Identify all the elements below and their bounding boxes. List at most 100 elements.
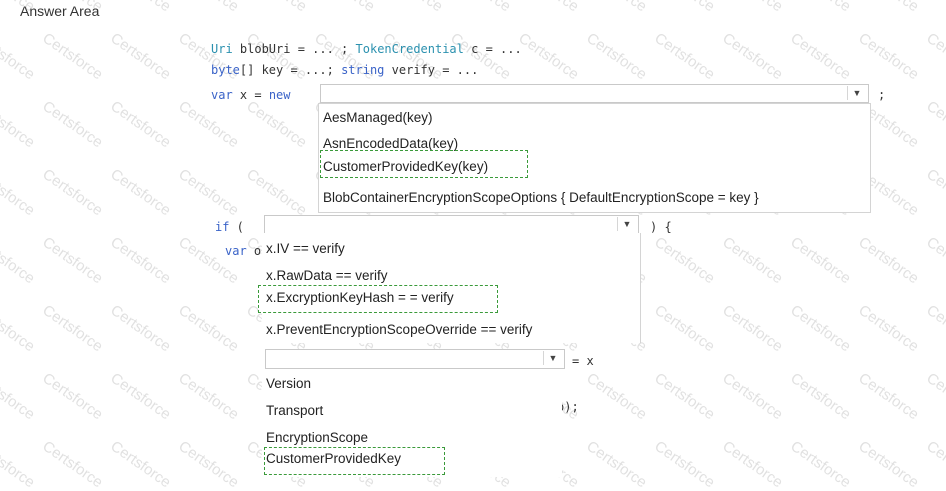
watermark-text: Certsforce [787, 301, 854, 356]
watermark-text: Certsforce [175, 437, 242, 491]
watermark-text: Certsforce [583, 0, 649, 15]
watermark-text: Certsforce [855, 369, 922, 424]
watermark-text: Certsforce [787, 437, 854, 491]
dropdown-1-option-asnencodeddata[interactable]: AsnEncodedData(key) [323, 136, 458, 151]
code-eq-x: = x [572, 354, 594, 368]
watermark-text: Certsforce [787, 29, 854, 84]
watermark-text: Certsforce [855, 301, 922, 356]
watermark-text: Certsforce [719, 437, 786, 491]
code-line-2: byte[] key = ...; string verify = ... [211, 63, 478, 77]
code-x-assign: x = [232, 88, 269, 102]
watermark-text: Certsforce [0, 233, 38, 288]
code-if-line: if ( [215, 220, 244, 234]
dropdown-1-option-blobcontainerencryptionscope[interactable]: BlobContainerEncryptionScopeOptions { De… [323, 190, 759, 205]
chevron-down-icon[interactable]: ▼ [543, 351, 562, 365]
watermark-text: Certsforce [719, 301, 786, 356]
watermark-text: Certsforce [719, 369, 786, 424]
watermark-text: Certsforce [39, 97, 106, 152]
code-key-decl: [] key = ...; [239, 63, 342, 77]
watermark-text: Certsforce [0, 97, 38, 152]
watermark-text: Certsforce [175, 369, 242, 424]
chevron-down-icon[interactable]: ▼ [847, 86, 866, 100]
watermark-text: Certsforce [923, 97, 946, 152]
watermark-text: Certsforce [39, 29, 106, 84]
watermark-text: Certsforce [923, 233, 946, 288]
watermark-text: Certsforce [719, 0, 785, 15]
watermark-text: Certsforce [651, 233, 718, 288]
watermark-text: Certsforce [719, 29, 786, 84]
watermark-text: Certsforce [175, 97, 242, 152]
watermark-text: Certsforce [107, 97, 174, 152]
code-tokencredential-type: TokenCredential [355, 42, 464, 56]
code-line-1: Uri blobUri = ... ; TokenCredential c = … [211, 42, 522, 56]
watermark-text: Certsforce [787, 369, 854, 424]
watermark-text: Certsforce [923, 165, 946, 220]
watermark-text: Certsforce [243, 97, 310, 152]
watermark-text: Certsforce [923, 29, 946, 84]
code-var-o-rest: o [246, 244, 262, 258]
watermark-text: Certsforce [0, 301, 38, 356]
code-if-close: ) { [650, 220, 672, 234]
dropdown-2-select[interactable]: ▼ [264, 215, 639, 234]
watermark-text: Certsforce [175, 301, 242, 356]
watermark-text: Certsforce [651, 301, 718, 356]
watermark-text: Certsforce [923, 437, 946, 491]
watermark-text: Certsforce [447, 0, 513, 15]
code-verify-decl: verify = ... [384, 63, 479, 77]
watermark-text: Certsforce [175, 0, 241, 15]
watermark-text: Certsforce [787, 233, 854, 288]
watermark-text: Certsforce [855, 0, 921, 15]
watermark-text: Certsforce [107, 29, 174, 84]
chevron-down-icon[interactable]: ▼ [617, 217, 636, 231]
watermark-text: Certsforce [583, 369, 650, 424]
watermark-text: Certsforce [787, 0, 853, 15]
code-new-kw: new [268, 88, 291, 102]
watermark-text: Certsforce [583, 29, 650, 84]
watermark-text: Certsforce [515, 29, 582, 84]
code-credential-decl: c = ... [463, 42, 522, 56]
watermark-text: Certsforce [39, 437, 106, 491]
dropdown-3-option-transport[interactable]: Transport [266, 403, 323, 418]
dropdown-3-answer-highlight [264, 447, 445, 475]
watermark-text: Certsforce [107, 369, 174, 424]
dropdown-2-option-preventoverride[interactable]: x.PreventEncryptionScopeOverride == veri… [266, 322, 532, 337]
dropdown-2-option-rawdata[interactable]: x.RawData == verify [266, 268, 388, 283]
watermark-text: Certsforce [175, 165, 242, 220]
dropdown-3-select[interactable]: ▼ [265, 349, 565, 369]
code-semicolon: ; [878, 88, 886, 102]
watermark-text: Certsforce [583, 437, 650, 491]
watermark-text: Certsforce [651, 29, 718, 84]
watermark-text: Certsforce [39, 165, 106, 220]
dropdown-3-option-encryptionscope[interactable]: EncryptionScope [266, 430, 368, 445]
dropdown-2-option-iv[interactable]: x.IV == verify [266, 241, 345, 256]
watermark-text: Certsforce [719, 233, 786, 288]
dropdown-1-select[interactable]: ▼ [320, 84, 869, 103]
watermark-text: Certsforce [651, 437, 718, 491]
code-uri-type: Uri [211, 42, 233, 56]
watermark-text: Certsforce [39, 369, 106, 424]
code-line-3: var x = new [211, 88, 291, 102]
watermark-text: Certsforce [855, 437, 922, 491]
dropdown-1-option-aesmanaged[interactable]: AesManaged(key) [323, 110, 433, 125]
code-var-o-kw: var [225, 244, 247, 258]
watermark-text: Certsforce [855, 233, 922, 288]
code-if-kw: if [215, 220, 230, 234]
watermark-text: Certsforce [107, 165, 174, 220]
watermark-text: Certsforce [243, 0, 309, 15]
dropdown-3-option-version[interactable]: Version [266, 376, 311, 391]
watermark-text: Certsforce [39, 301, 106, 356]
watermark-text: Certsforce [923, 0, 946, 15]
watermark-text: Certsforce [107, 233, 174, 288]
watermark-text: Certsforce [651, 0, 717, 15]
watermark-text: Certsforce [107, 0, 173, 15]
watermark-text: Certsforce [311, 0, 377, 15]
watermark-text: Certsforce [923, 301, 946, 356]
answer-area-title: Answer Area [20, 3, 100, 19]
watermark-text: Certsforce [107, 301, 174, 356]
dropdown-2-answer-highlight [258, 285, 498, 313]
code-if-open: ( [229, 220, 244, 234]
watermark-text: Certsforce [107, 437, 174, 491]
code-byte-kw: byte [211, 63, 240, 77]
code-string-kw: string [341, 63, 385, 77]
watermark-text: Certsforce [0, 437, 38, 491]
